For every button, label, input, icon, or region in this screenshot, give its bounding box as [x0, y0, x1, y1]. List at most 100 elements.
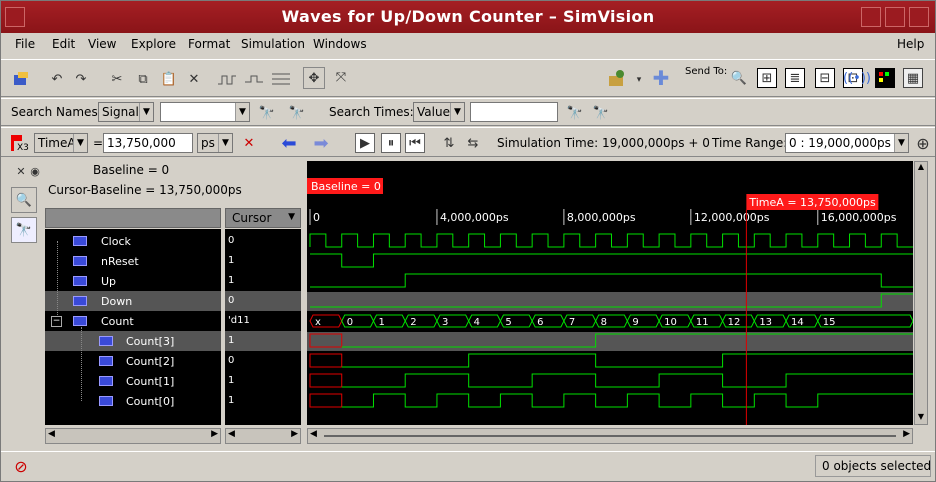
waveform-canvas[interactable]: Baseline = 0 0 4,000,000ps 8,000,000ps 12,00… [307, 161, 914, 425]
signal-row[interactable]: Count[3] [45, 331, 221, 351]
count-bus-value: 9 [632, 317, 638, 328]
waveform-panel[interactable]: Baseline = 0 0 4,000,000ps 8,000,000ps 12,00… [307, 161, 914, 425]
add-icon[interactable]: ✚ [651, 66, 671, 90]
chevron-down-icon: ▼ [450, 103, 464, 121]
scroll-down-icon[interactable]: ▼ [915, 412, 927, 424]
rewind-icon[interactable]: ⏮ [405, 133, 425, 153]
find-tool-icon[interactable]: 🔭 [11, 217, 37, 243]
send-source-icon[interactable]: ≣ [785, 68, 805, 88]
zoom-in-icon[interactable]: ⊕ [913, 133, 933, 153]
signal-row[interactable]: Count[2] [45, 351, 221, 371]
select-pointer-icon[interactable]: ✥ [303, 67, 325, 89]
waveform-icon-3[interactable] [271, 69, 291, 89]
waveform-icon-2[interactable] [244, 69, 264, 89]
signal-value-row[interactable]: 1 [225, 331, 301, 351]
cursor-time-input[interactable]: 13,750,000 [103, 133, 193, 153]
signal-row[interactable]: nReset [45, 251, 221, 271]
search-names-input[interactable]: ▼ [160, 102, 250, 122]
cursor-column-header[interactable]: Cursor ▼ [225, 208, 301, 228]
signal-value-row[interactable]: 0 [225, 291, 301, 311]
send-register-icon[interactable]: ⊟ [815, 68, 835, 88]
library-icon[interactable] [607, 68, 627, 88]
open-icon[interactable] [11, 69, 31, 89]
maximize-icon[interactable] [885, 7, 905, 27]
signal-row[interactable]: Up [45, 271, 221, 291]
copy-icon[interactable]: ⧉ [133, 69, 153, 89]
menu-simulation[interactable]: Simulation [241, 37, 305, 51]
names-column-header[interactable] [45, 208, 221, 228]
signal-row[interactable]: Count[1] [45, 371, 221, 391]
scroll-up-icon[interactable]: ▲ [915, 162, 927, 174]
search-names-prev-icon[interactable]: 🔭 [287, 103, 307, 123]
scroll-right-icon[interactable]: ▶ [291, 429, 298, 439]
cursor-name-select[interactable]: TimeA ▼ [34, 133, 88, 153]
menu-windows[interactable]: Windows [313, 37, 367, 51]
scroll-right-icon[interactable]: ▶ [903, 429, 910, 439]
search-names-type-select[interactable]: Signal ▼ [98, 102, 154, 122]
menu-file[interactable]: File [15, 37, 35, 51]
signal-value-row[interactable]: 1 [225, 251, 301, 271]
paste-icon[interactable]: 📋 [159, 69, 179, 89]
send-memory-icon[interactable] [875, 68, 895, 88]
send-schematic-icon[interactable]: ⊞ [757, 68, 777, 88]
scroll-left-icon[interactable]: ◀ [228, 429, 235, 439]
signal-value-row[interactable]: 1 [225, 391, 301, 411]
time-range-input[interactable]: 0 : 19,000,000ps ▼ [785, 133, 909, 153]
scroll-right-icon[interactable]: ▶ [211, 429, 218, 439]
minimize-icon[interactable] [861, 7, 881, 27]
search-names-next-icon[interactable]: 🔭 [257, 103, 277, 123]
step-into-icon[interactable]: ⇅ [439, 133, 459, 153]
time-unit-select[interactable]: ps ▼ [197, 133, 233, 153]
scroll-left-icon[interactable]: ◀ [48, 429, 55, 439]
step-over-icon[interactable]: ⇆ [463, 133, 483, 153]
library-dropdown-icon[interactable]: ▾ [629, 70, 649, 90]
send-signal-icon[interactable]: ((•)) [843, 68, 871, 88]
cut-icon[interactable]: ✂ [107, 69, 127, 89]
window-title: Waves for Up/Down Counter – SimVision [281, 7, 655, 26]
signal-value-row[interactable]: 'd11 [225, 311, 301, 331]
menu-edit[interactable]: Edit [52, 37, 75, 51]
expand-panel-icon[interactable]: ◉ [25, 161, 45, 181]
count-bus-value: 7 [569, 317, 575, 328]
calculator-icon[interactable]: ▦ [903, 68, 923, 88]
signal-row[interactable]: Clock [45, 231, 221, 251]
next-edge-icon[interactable]: ➡ [311, 133, 331, 154]
vertical-scrollbar[interactable]: ▲ ▼ [914, 161, 928, 425]
zoom-cursor-icon[interactable]: ⤧ [331, 67, 351, 87]
values-horizontal-scrollbar[interactable]: ◀ ▶ [225, 428, 301, 444]
menu-explore[interactable]: Explore [131, 37, 176, 51]
time-range-slider[interactable] [324, 435, 896, 437]
close-icon[interactable] [909, 7, 929, 27]
design-browser-icon[interactable]: 🔍 [11, 187, 37, 213]
menu-help[interactable]: Help [897, 37, 924, 51]
names-horizontal-scrollbar[interactable]: ◀ ▶ [45, 428, 221, 444]
search-times-prev-icon[interactable]: 🔭 [591, 103, 611, 123]
signal-value-row[interactable]: 1 [225, 271, 301, 291]
run-icon[interactable]: ▶ [355, 133, 375, 153]
signal-row[interactable]: Count [45, 311, 221, 331]
menu-view[interactable]: View [88, 37, 116, 51]
signal-value-row[interactable]: 1 [225, 371, 301, 391]
waveform-horizontal-scrollbar[interactable]: ◀ ▶ [307, 428, 913, 444]
signal-value-row[interactable]: 0 [225, 231, 301, 251]
undo-icon[interactable]: ↶ [47, 69, 67, 89]
count-bus-value: 11 [696, 317, 709, 328]
signal-row[interactable]: Count[0] [45, 391, 221, 411]
search-times-input[interactable] [470, 102, 558, 122]
send-browser-icon[interactable]: 🔍 [729, 68, 749, 88]
stop-sim-icon[interactable]: ⊘ [11, 456, 31, 476]
scroll-left-icon[interactable]: ◀ [310, 429, 317, 439]
collapse-icon[interactable]: − [51, 316, 62, 327]
search-times-next-icon[interactable]: 🔭 [565, 103, 585, 123]
pause-icon[interactable]: ⏸ [381, 133, 401, 153]
delete-marker-icon[interactable]: ✕ [239, 133, 259, 153]
redo-icon[interactable]: ↷ [71, 69, 91, 89]
menu-format[interactable]: Format [188, 37, 230, 51]
signal-name: Count[0] [126, 395, 175, 408]
search-times-type-select[interactable]: Value ▼ [413, 102, 465, 122]
signal-value-row[interactable]: 0 [225, 351, 301, 371]
signal-row[interactable]: Down [45, 291, 221, 311]
prev-edge-icon[interactable]: ⬅ [279, 133, 299, 154]
waveform-icon-1[interactable] [217, 69, 237, 89]
delete-icon[interactable]: ✕ [184, 69, 204, 89]
